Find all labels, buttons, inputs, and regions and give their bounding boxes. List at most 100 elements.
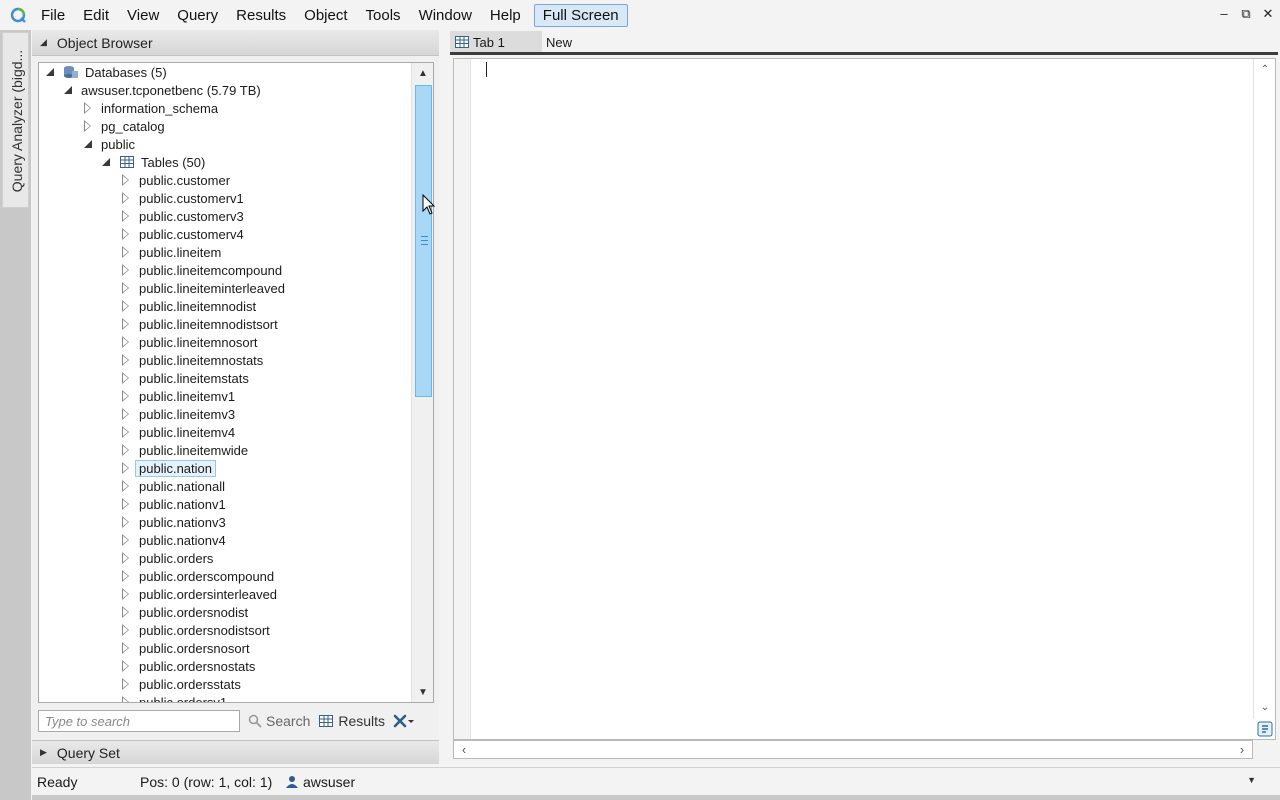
menu-window[interactable]: Window	[410, 4, 481, 27]
expand-triangle-icon[interactable]	[121, 660, 131, 672]
collapse-triangle-icon[interactable]	[63, 85, 73, 95]
menu-tools[interactable]: Tools	[357, 4, 410, 27]
tree-node-table[interactable]: public.lineitemcompound	[121, 261, 282, 279]
expand-triangle-icon[interactable]	[121, 498, 131, 510]
query-set-header[interactable]: ▶ Query Set	[32, 740, 439, 764]
search-button[interactable]: Search	[248, 713, 310, 729]
expand-triangle-icon[interactable]	[121, 426, 131, 438]
tree-node-tables[interactable]: Tables (50)	[101, 153, 205, 171]
expand-icon[interactable]: ▶	[40, 747, 47, 758]
expand-triangle-icon[interactable]	[121, 480, 131, 492]
expand-triangle-icon[interactable]	[121, 372, 131, 384]
sql-editor[interactable]: ⌃ ⌄	[453, 58, 1276, 740]
expand-triangle-icon[interactable]	[121, 462, 131, 474]
collapse-icon[interactable]: ◢	[40, 37, 47, 48]
tree-node-table[interactable]: public.lineitemv1	[121, 387, 235, 405]
tree-node-table[interactable]: public.ordersinterleaved	[121, 585, 277, 603]
tree-node-table[interactable]: public.lineitemnodist	[121, 297, 256, 315]
expand-triangle-icon[interactable]	[121, 174, 131, 186]
tree-node-table[interactable]: public.nationall	[121, 477, 225, 495]
tree-node-table[interactable]: public.lineiteminterleaved	[121, 279, 285, 297]
expand-triangle-icon[interactable]	[121, 534, 131, 546]
expand-triangle-icon[interactable]	[121, 210, 131, 222]
tree-node-table[interactable]: public.nationv4	[121, 531, 226, 549]
tree-node-schema[interactable]: public	[83, 135, 135, 153]
expand-triangle-icon[interactable]	[121, 354, 131, 366]
collapse-triangle-icon[interactable]	[101, 157, 111, 167]
tree-vertical-scrollbar[interactable]: ▲ ▼	[411, 63, 433, 702]
tree-node-table[interactable]: public.nation	[121, 459, 216, 477]
query-analyzer-side-tab[interactable]: Query Analyzer (bigd...	[2, 32, 29, 208]
tree-node-table[interactable]: public.ordersv1	[121, 693, 227, 702]
expand-triangle-icon[interactable]	[121, 696, 131, 702]
expand-triangle-icon[interactable]	[121, 390, 131, 402]
status-dropdown-arrow-icon[interactable]: ▼	[1247, 775, 1256, 785]
tree-node-table[interactable]: public.lineitemstats	[121, 369, 249, 387]
tree-node-table[interactable]: public.customerv3	[121, 207, 244, 225]
tree-node-table[interactable]: public.lineitem	[121, 243, 221, 261]
scroll-right-arrow-icon[interactable]: ›	[1232, 741, 1252, 758]
expand-triangle-icon[interactable]	[121, 336, 131, 348]
expand-triangle-icon[interactable]	[121, 228, 131, 240]
scroll-down-arrow-icon[interactable]: ⌄	[1254, 697, 1276, 717]
expand-triangle-icon[interactable]	[121, 570, 131, 582]
tree-node-table[interactable]: public.customerv1	[121, 189, 244, 207]
editor-horizontal-scrollbar[interactable]: ‹ ›	[453, 740, 1253, 759]
menu-help[interactable]: Help	[481, 4, 530, 27]
expand-triangle-icon[interactable]	[121, 624, 131, 636]
scroll-up-arrow-icon[interactable]: ⌃	[1254, 59, 1276, 79]
menu-results[interactable]: Results	[227, 4, 295, 27]
expand-triangle-icon[interactable]	[121, 588, 131, 600]
menu-file[interactable]: File	[32, 4, 74, 27]
expand-triangle-icon[interactable]	[121, 246, 131, 258]
results-button[interactable]: Results	[318, 713, 385, 729]
expand-triangle-icon[interactable]	[121, 282, 131, 294]
tree-node-table[interactable]: public.ordersnosort	[121, 639, 250, 657]
menu-query[interactable]: Query	[168, 4, 227, 27]
tree-node-schema[interactable]: pg_catalog	[83, 117, 165, 135]
restore-button[interactable]: ⧉	[1240, 6, 1252, 22]
search-input[interactable]	[38, 710, 240, 732]
fullscreen-button[interactable]: Full Screen	[533, 3, 628, 27]
tree-node-table[interactable]: public.customer	[121, 171, 230, 189]
object-browser-header[interactable]: ◢ Object Browser	[32, 30, 439, 56]
tree-node-table[interactable]: public.orderscompound	[121, 567, 274, 585]
expand-triangle-icon[interactable]	[121, 408, 131, 420]
expand-triangle-icon[interactable]	[121, 192, 131, 204]
menu-edit[interactable]: Edit	[74, 4, 118, 27]
scrollbar-thumb[interactable]	[415, 85, 432, 397]
collapse-triangle-icon[interactable]	[45, 67, 55, 77]
tree-node-table[interactable]: public.customerv4	[121, 225, 244, 243]
tree-node-table[interactable]: public.nationv3	[121, 513, 226, 531]
minimize-button[interactable]: –	[1218, 6, 1230, 22]
panel-splitter[interactable]	[439, 30, 450, 764]
expand-triangle-icon[interactable]	[83, 102, 93, 114]
split-editor-icon[interactable]	[1257, 721, 1273, 737]
collapse-triangle-icon[interactable]	[83, 139, 93, 149]
expand-triangle-icon[interactable]	[121, 444, 131, 456]
tree-node-table[interactable]: public.lineitemwide	[121, 441, 248, 459]
tree-node-table[interactable]: public.lineitemnodistsort	[121, 315, 278, 333]
expand-triangle-icon[interactable]	[121, 606, 131, 618]
tree-node-table[interactable]: public.lineitemnostats	[121, 351, 263, 369]
tree-node-table[interactable]: public.lineitemnosort	[121, 333, 258, 351]
tree-node-table[interactable]: public.nationv1	[121, 495, 226, 513]
tree-node-databases[interactable]: Databases (5)	[45, 63, 167, 81]
scroll-down-arrow-icon[interactable]: ▼	[412, 682, 433, 702]
tools-dropdown-button[interactable]	[393, 714, 419, 728]
tree-node-table[interactable]: public.lineitemv3	[121, 405, 235, 423]
expand-triangle-icon[interactable]	[121, 552, 131, 564]
expand-triangle-icon[interactable]	[121, 264, 131, 276]
expand-triangle-icon[interactable]	[121, 318, 131, 330]
expand-triangle-icon[interactable]	[83, 120, 93, 132]
tree-node-connection[interactable]: awsuser.tcponetbenc (5.79 TB)	[63, 81, 261, 99]
scroll-up-arrow-icon[interactable]: ▲	[412, 63, 433, 83]
expand-triangle-icon[interactable]	[121, 642, 131, 654]
tree-node-table[interactable]: public.lineitemv4	[121, 423, 235, 441]
menu-view[interactable]: View	[118, 4, 168, 27]
tab-1[interactable]: Tab 1	[450, 31, 542, 53]
expand-triangle-icon[interactable]	[121, 300, 131, 312]
expand-triangle-icon[interactable]	[121, 678, 131, 690]
tree-node-table[interactable]: public.ordersnodist	[121, 603, 248, 621]
close-button[interactable]: ✕	[1262, 6, 1274, 22]
